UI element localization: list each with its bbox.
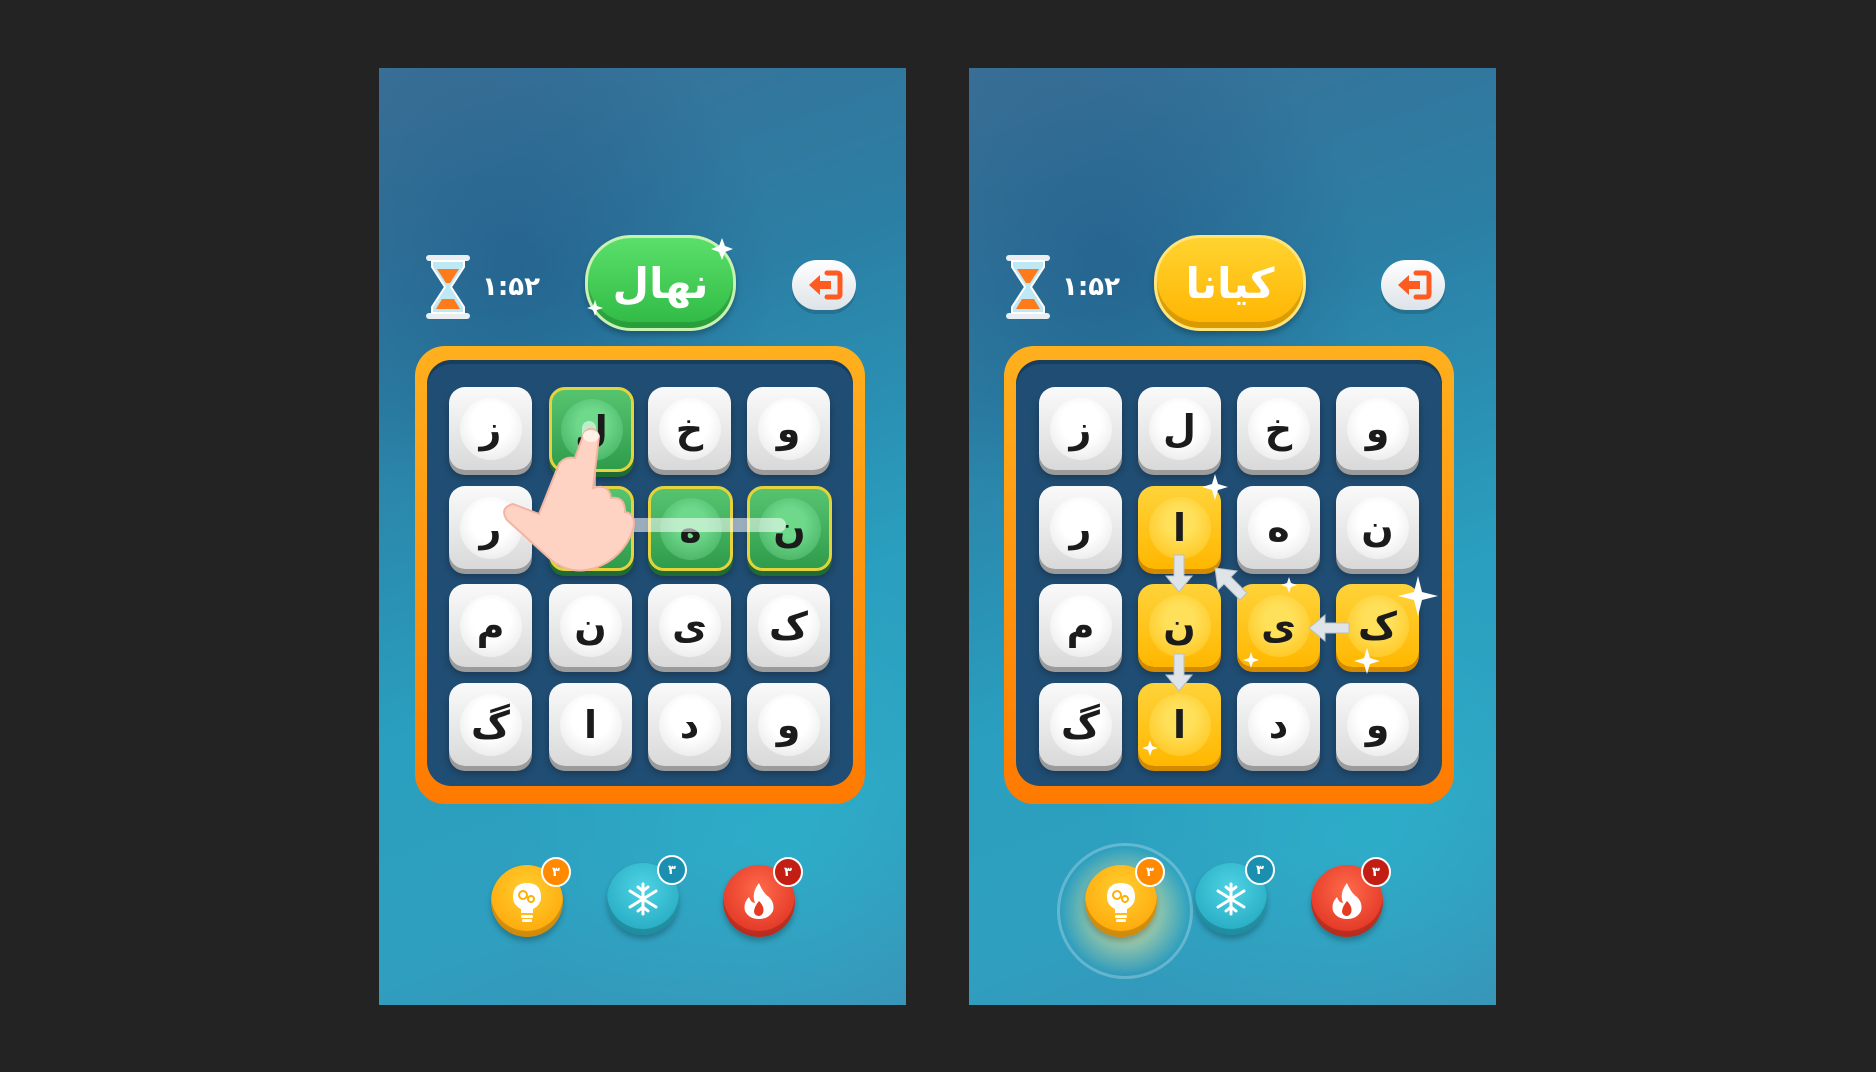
letter-tile[interactable]: خ — [648, 387, 731, 470]
letter-tile[interactable]: و — [1336, 683, 1419, 766]
letter-tile[interactable]: ن — [549, 584, 632, 667]
powerup-count-badge: ۳ — [657, 855, 687, 885]
letter-tile-highlighted[interactable]: ا — [1138, 683, 1221, 766]
snowflake-icon — [1216, 882, 1246, 916]
powerup-count-badge: ۳ — [773, 857, 803, 887]
freeze-powerup-button[interactable]: ۳ — [1195, 855, 1275, 935]
letter-tile-highlighted[interactable]: ا — [1138, 486, 1221, 569]
hint-powerup-button[interactable]: ۳ — [1085, 857, 1165, 937]
powerup-count-badge: ۳ — [1361, 857, 1391, 887]
letter-tile[interactable]: ه — [1237, 486, 1320, 569]
bulb-icon — [513, 883, 541, 922]
hint-powerup-button[interactable]: ۳ — [491, 857, 571, 937]
exit-button[interactable] — [1381, 260, 1445, 310]
letter-tile[interactable]: ل — [1138, 387, 1221, 470]
fire-icon — [744, 883, 774, 919]
player-name-pill: کیانا — [1154, 235, 1306, 331]
letter-tile[interactable]: خ — [1237, 387, 1320, 470]
timer-text: ۱:۵۲ — [1062, 272, 1121, 302]
exit-icon — [809, 270, 843, 300]
player-name: کیانا — [1185, 258, 1275, 308]
hourglass-icon — [426, 255, 470, 319]
letter-tile[interactable]: گ — [1039, 683, 1122, 766]
right-game-screen: ۱:۵۲ کیانا ز ل خ و ر ا ه ن م ن ی ک گ ا د… — [969, 68, 1496, 1005]
letter-tile[interactable]: د — [1237, 683, 1320, 766]
powerup-count-badge: ۳ — [541, 857, 571, 887]
powerup-count-badge: ۳ — [1245, 855, 1275, 885]
exit-icon — [1398, 270, 1432, 300]
letter-tile[interactable]: و — [747, 683, 830, 766]
letter-tile-selected[interactable]: ل — [549, 387, 634, 472]
letter-tile-highlighted[interactable]: ی — [1237, 584, 1320, 667]
player-name: نهال — [612, 258, 709, 308]
fire-powerup-button[interactable]: ۳ — [1311, 857, 1391, 937]
letter-tile[interactable]: ز — [1039, 387, 1122, 470]
letter-tile[interactable]: و — [1336, 387, 1419, 470]
powerup-count-badge: ۳ — [1135, 857, 1165, 887]
letter-tile-selected[interactable]: ا — [549, 486, 634, 571]
letter-tile[interactable]: م — [449, 584, 532, 667]
timer: ۱:۵۲ — [1004, 253, 1120, 321]
hourglass-icon — [1006, 255, 1050, 319]
timer-text: ۱:۵۲ — [482, 272, 541, 302]
letter-tile[interactable]: ن — [1336, 486, 1419, 569]
letter-tile[interactable]: ر — [449, 486, 532, 569]
left-game-screen: ۱:۵۲ نهال ز ل خ و ر ا ه ن م ن ی ک گ ا د … — [379, 68, 906, 1005]
letter-tile-highlighted[interactable]: ک — [1336, 584, 1419, 667]
letter-tile[interactable]: و — [747, 387, 830, 470]
bulb-icon — [1107, 883, 1135, 922]
letter-tile[interactable]: ی — [648, 584, 731, 667]
letter-tile[interactable]: ک — [747, 584, 830, 667]
letter-tile[interactable]: ر — [1039, 486, 1122, 569]
letter-tile[interactable]: ز — [449, 387, 532, 470]
snowflake-icon — [628, 882, 658, 916]
freeze-powerup-button[interactable]: ۳ — [607, 855, 687, 935]
timer: ۱:۵۲ — [424, 253, 540, 321]
fire-powerup-button[interactable]: ۳ — [723, 857, 803, 937]
letter-tile[interactable]: گ — [449, 683, 532, 766]
letter-tile[interactable]: ا — [549, 683, 632, 766]
player-name-pill: نهال — [585, 235, 736, 331]
exit-button[interactable] — [792, 260, 856, 310]
letter-tile-selected[interactable]: ه — [648, 486, 733, 571]
fire-icon — [1332, 883, 1362, 919]
letter-tile-highlighted[interactable]: ن — [1138, 584, 1221, 667]
letter-tile-selected[interactable]: ن — [747, 486, 832, 571]
letter-tile[interactable]: م — [1039, 584, 1122, 667]
letter-tile[interactable]: د — [648, 683, 731, 766]
